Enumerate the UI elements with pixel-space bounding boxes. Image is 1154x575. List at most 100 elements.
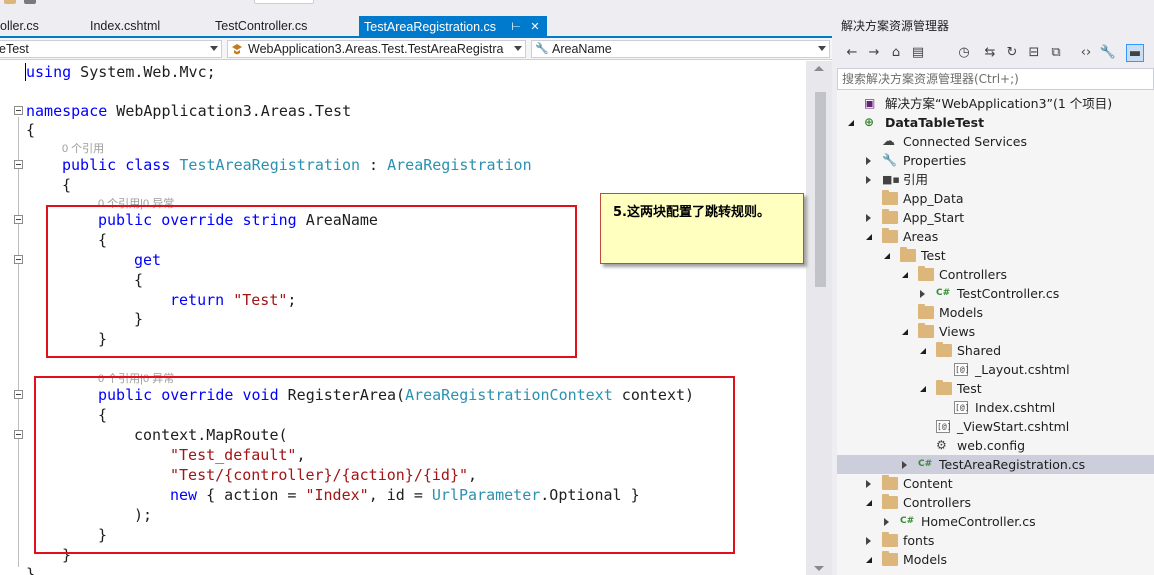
main-toolbar-strip <box>0 0 1154 14</box>
switch-views-icon[interactable]: ▤ <box>909 44 927 62</box>
close-icon[interactable]: ✕ <box>528 16 542 38</box>
expanded-arrow-icon[interactable] <box>902 329 908 335</box>
expanded-arrow-icon[interactable] <box>902 272 908 278</box>
tree-node[interactable]: Views <box>837 322 1154 341</box>
collapse-method-toggle[interactable] <box>14 390 23 399</box>
code-line-brace: } <box>26 565 36 575</box>
refresh-icon[interactable]: ↻ <box>1003 44 1021 62</box>
tree-node[interactable]: App_Start <box>837 208 1154 227</box>
type-dropdown[interactable]: WebApplication3.Areas.Test.TestAreaRegis… <box>227 40 526 58</box>
collapsed-arrow-icon[interactable] <box>866 537 871 545</box>
tree-node[interactable]: Controllers <box>837 493 1154 512</box>
collapse-getter-toggle[interactable] <box>14 255 23 264</box>
scroll-down-icon[interactable] <box>814 566 824 571</box>
collapsed-arrow-icon[interactable] <box>866 157 871 165</box>
cshtml-file-icon: [@] <box>936 420 952 433</box>
csharp-file-icon: C# <box>918 459 933 469</box>
save-icon[interactable] <box>24 0 36 4</box>
tree-node-label: 解决方案“WebApplication3”(1 个项目) <box>885 96 1113 111</box>
code-line-brace: { <box>62 176 72 194</box>
tree-node[interactable]: ☁ Connected Services <box>837 132 1154 151</box>
pin-icon[interactable]: ⊢ <box>509 16 523 38</box>
view-code-icon[interactable]: ‹› <box>1077 44 1095 62</box>
collapsed-arrow-icon[interactable] <box>920 290 925 298</box>
tree-node[interactable]: App_Data <box>837 189 1154 208</box>
collapsed-arrow-icon[interactable] <box>866 176 871 184</box>
collapsed-arrow-icon[interactable] <box>866 480 871 488</box>
tree-node-label: Test <box>957 381 982 396</box>
tree-node[interactable]: C# TestAreaRegistration.cs <box>837 455 1154 474</box>
tree-node[interactable]: C# TestController.cs <box>837 284 1154 303</box>
collapsed-arrow-icon[interactable] <box>902 461 907 469</box>
expanded-arrow-icon[interactable] <box>866 500 872 506</box>
expanded-arrow-icon[interactable] <box>848 120 854 126</box>
collapse-namespace-toggle[interactable] <box>14 106 23 115</box>
open-folder-icon[interactable] <box>4 0 16 4</box>
collapse-class-toggle[interactable] <box>14 160 23 169</box>
folder-icon <box>936 380 952 395</box>
cshtml-file-icon: [@] <box>954 401 970 414</box>
tree-node[interactable]: Areas <box>837 227 1154 246</box>
tree-node[interactable]: ⊕ DataTableTest <box>837 113 1154 132</box>
collapse-call-toggle[interactable] <box>14 430 23 439</box>
collapse-property-toggle[interactable] <box>14 215 23 224</box>
tree-node[interactable]: Models <box>837 550 1154 569</box>
tree-node[interactable]: C# HomeController.cs <box>837 512 1154 531</box>
class-icon <box>232 44 242 55</box>
expanded-arrow-icon[interactable] <box>920 348 926 354</box>
scroll-up-icon[interactable] <box>814 66 824 71</box>
chevron-down-icon <box>514 46 522 51</box>
annotation-callout: 5.这两块配置了跳转规则。 <box>600 193 804 264</box>
tree-node[interactable]: Test <box>837 246 1154 265</box>
expanded-arrow-icon[interactable] <box>866 557 872 563</box>
tree-node-label: App_Data <box>903 191 964 206</box>
member-dropdown[interactable]: 🔧 AreaName <box>531 40 830 58</box>
folder-icon <box>882 532 898 547</box>
tree-node[interactable]: Test <box>837 379 1154 398</box>
collapsed-arrow-icon[interactable] <box>884 518 889 526</box>
tab-testcontroller-cs[interactable]: TestController.cs <box>215 17 307 36</box>
preview-selected-icon[interactable]: ▬ <box>1126 44 1144 62</box>
tree-node[interactable]: ⚙ web.config <box>837 436 1154 455</box>
tree-node[interactable]: Content <box>837 474 1154 493</box>
codelens-references[interactable]: 0 个引用 <box>62 140 104 156</box>
tree-node[interactable]: [@] _Layout.cshtml <box>837 360 1154 379</box>
expanded-arrow-icon[interactable] <box>884 253 890 259</box>
folder-icon <box>918 266 934 281</box>
back-icon[interactable]: ← <box>843 44 861 62</box>
tree-node[interactable]: [@] _ViewStart.cshtml <box>837 417 1154 436</box>
pending-changes-icon[interactable]: ◷ <box>955 44 973 62</box>
keyword-token: class <box>125 156 171 174</box>
tree-node[interactable]: ■▪ 引用 <box>837 170 1154 189</box>
expanded-arrow-icon[interactable] <box>866 234 872 240</box>
expanded-arrow-icon[interactable] <box>920 386 926 392</box>
tab-index-cshtml[interactable]: Index.cshtml <box>90 17 160 36</box>
keyword-token: using <box>26 63 72 81</box>
home-icon[interactable]: ⌂ <box>887 44 905 62</box>
tab-label: TestAreaRegistration.cs <box>364 20 497 34</box>
folder-icon <box>936 342 952 357</box>
tree-node[interactable]: ▣ 解决方案“WebApplication3”(1 个项目) <box>837 94 1154 113</box>
tab-testarearegistration-cs[interactable]: TestAreaRegistration.cs ⊢ ✕ <box>359 16 547 38</box>
scrollbar-thumb[interactable] <box>815 92 826 287</box>
tree-node[interactable]: [@] Index.cshtml <box>837 398 1154 417</box>
solution-icon: ▣ <box>864 96 876 110</box>
tab-controller-cs[interactable]: oller.cs <box>0 17 39 36</box>
show-all-files-icon[interactable]: ⧉ <box>1047 44 1065 62</box>
properties-icon[interactable]: 🔧 <box>1099 44 1117 62</box>
tree-node[interactable]: Controllers <box>837 265 1154 284</box>
collapse-all-icon[interactable]: ⊟ <box>1025 44 1043 62</box>
sync-icon[interactable]: ⇆ <box>981 44 999 62</box>
project-dropdown[interactable]: eTest <box>0 40 222 58</box>
tree-node[interactable]: 🔧 Properties <box>837 151 1154 170</box>
config-file-icon: ⚙ <box>936 438 947 452</box>
tree-node[interactable]: Shared <box>837 341 1154 360</box>
solution-search-input[interactable]: 搜索解决方案资源管理器(Ctrl+;) <box>837 68 1154 90</box>
tree-node[interactable]: Models <box>837 303 1154 322</box>
forward-icon[interactable]: → <box>865 44 883 62</box>
tree-node[interactable]: fonts <box>837 531 1154 550</box>
collapsed-arrow-icon[interactable] <box>866 214 871 222</box>
vertical-scrollbar[interactable] <box>806 61 832 575</box>
toolbar-combo[interactable] <box>254 0 314 4</box>
member-dropdown-value: AreaName <box>552 42 612 56</box>
